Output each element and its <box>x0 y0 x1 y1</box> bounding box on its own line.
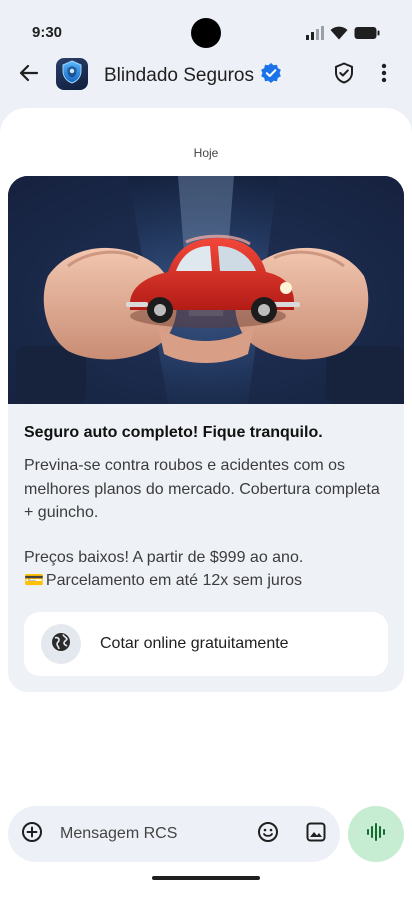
emoji-button[interactable] <box>256 821 280 848</box>
status-time: 9:30 <box>32 24 63 41</box>
card-installment-line: 💳 Parcelamento em até 12x sem juros <box>24 569 384 593</box>
business-name: Blindado Seguros <box>104 64 254 86</box>
shield-check-icon <box>334 62 354 89</box>
add-circle-icon <box>21 821 43 848</box>
verified-badge-icon <box>260 62 282 89</box>
installment-text: Parcelamento em até 12x sem juros <box>45 572 303 589</box>
status-icons <box>306 26 380 45</box>
status-bar: 9:30 <box>0 0 412 58</box>
shield-logo-icon <box>61 59 83 89</box>
suggestion-label: Cotar online gratuitamente <box>100 635 289 652</box>
suggestion-open-url-button[interactable]: Cotar online gratuitamente <box>24 612 388 676</box>
date-divider: Hoje <box>193 146 219 160</box>
signal-icon <box>306 26 324 45</box>
car-in-hands-image[interactable] <box>8 176 404 404</box>
wifi-icon <box>330 26 348 45</box>
rich-card[interactable]: Seguro auto completo! Fique tranquilo. P… <box>8 176 404 692</box>
conversation-title[interactable]: Blindado Seguros <box>104 62 282 89</box>
battery-icon <box>354 26 380 45</box>
add-attachment-button[interactable] <box>20 821 44 848</box>
card-price-line: Preços baixos! A partir de $999 ao ano. <box>24 549 304 566</box>
voice-message-button[interactable] <box>348 806 404 862</box>
security-info-button[interactable] <box>330 61 358 89</box>
voice-waveform-icon <box>366 822 386 847</box>
business-logo[interactable] <box>56 58 88 90</box>
back-button[interactable] <box>14 60 44 90</box>
more-options-button[interactable] <box>372 61 396 89</box>
back-arrow-icon <box>19 63 39 88</box>
credit-card-icon: 💳 <box>24 572 44 589</box>
globe-icon <box>51 632 71 657</box>
card-description: Previna-se contra roubos e acidentes com… <box>24 457 380 521</box>
home-indicator[interactable] <box>152 876 260 880</box>
app-bar: Blindado Seguros <box>0 54 412 98</box>
more-vert-icon <box>381 63 387 88</box>
compose-bar <box>8 806 340 862</box>
gallery-icon <box>306 822 326 847</box>
emoji-icon <box>257 821 279 848</box>
message-input[interactable] <box>60 822 240 846</box>
card-title: Seguro auto completo! Fique tranquilo. <box>24 424 323 441</box>
gallery-button[interactable] <box>304 822 328 846</box>
camera-cutout <box>191 18 221 48</box>
suggestion-icon-wrap <box>41 624 81 664</box>
